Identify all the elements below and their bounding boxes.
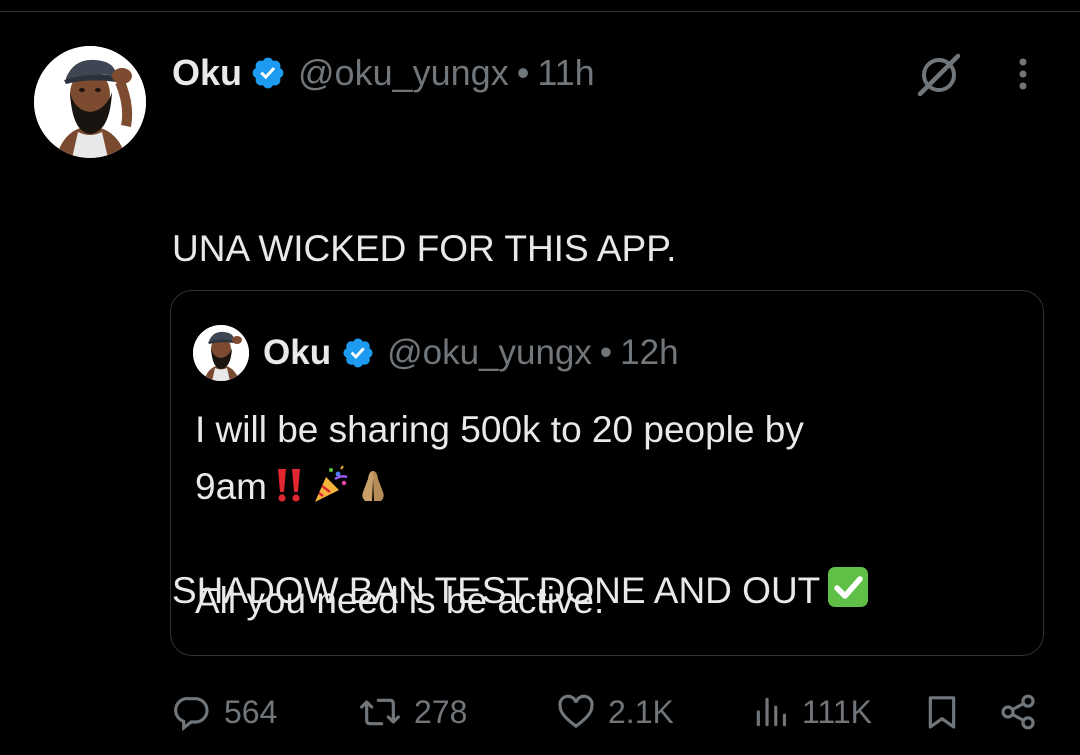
like-count: 2.1K xyxy=(608,693,674,730)
quoted-author-handle[interactable]: @oku_yungx xyxy=(387,333,592,373)
quoted-text-blank xyxy=(195,515,1015,572)
action-bar: 564 278 2.1K 111K xyxy=(0,686,1080,738)
quoted-author-name[interactable]: Oku xyxy=(263,333,331,373)
top-divider xyxy=(0,11,1080,12)
author-name[interactable]: Oku xyxy=(172,52,242,94)
tweet-header: Oku @oku_yungx • 11h xyxy=(172,50,595,96)
author-handle[interactable]: @oku_yungx xyxy=(298,52,509,94)
repost-icon xyxy=(358,692,402,732)
reply-icon xyxy=(172,692,212,732)
bookmark-button[interactable] xyxy=(922,686,962,738)
separator-dot: • xyxy=(599,333,613,372)
quoted-text-line: All you need is be active. xyxy=(195,580,605,621)
share-icon xyxy=(998,692,1038,732)
quoted-text-line-with-emoji: 9am xyxy=(195,458,1015,515)
quoted-tweet-header: Oku @oku_yungx • 12h xyxy=(263,331,679,375)
like-button[interactable]: 2.1K xyxy=(556,686,674,738)
separator-dot: • xyxy=(516,52,530,93)
view-count: 111K xyxy=(802,693,872,730)
views-button[interactable]: 111K xyxy=(752,686,872,738)
quoted-tweet-text: I will be sharing 500k to 20 people by 9… xyxy=(195,401,1015,629)
reply-count: 564 xyxy=(224,693,278,730)
quoted-text-line: I will be sharing 500k to 20 people by xyxy=(195,409,804,450)
tweet-time[interactable]: 11h xyxy=(537,52,594,94)
party-popper-emoji xyxy=(311,464,351,504)
bookmark-icon xyxy=(922,692,962,732)
folded-hands-emoji xyxy=(353,464,393,504)
quoted-tweet-time[interactable]: 12h xyxy=(620,333,678,373)
repost-button[interactable]: 278 xyxy=(358,686,467,738)
quoted-tweet[interactable]: Oku @oku_yungx • 12h I will be sharing 5… xyxy=(170,290,1044,656)
share-button[interactable] xyxy=(998,686,1038,738)
double-exclamation-emoji xyxy=(269,464,309,504)
repost-count: 278 xyxy=(414,693,468,730)
views-icon xyxy=(752,692,790,732)
tweet-text-line: UNA WICKED FOR THIS APP. xyxy=(172,228,677,269)
grok-icon[interactable] xyxy=(914,52,964,98)
like-icon xyxy=(556,692,596,732)
author-avatar[interactable] xyxy=(34,46,146,158)
quoted-author-avatar[interactable] xyxy=(193,325,249,381)
verified-badge-icon[interactable] xyxy=(250,55,286,91)
more-icon[interactable] xyxy=(1010,56,1036,92)
quoted-text-prefix: 9am xyxy=(195,466,267,507)
verified-badge-icon[interactable] xyxy=(341,336,375,370)
reply-button[interactable]: 564 xyxy=(172,686,277,738)
